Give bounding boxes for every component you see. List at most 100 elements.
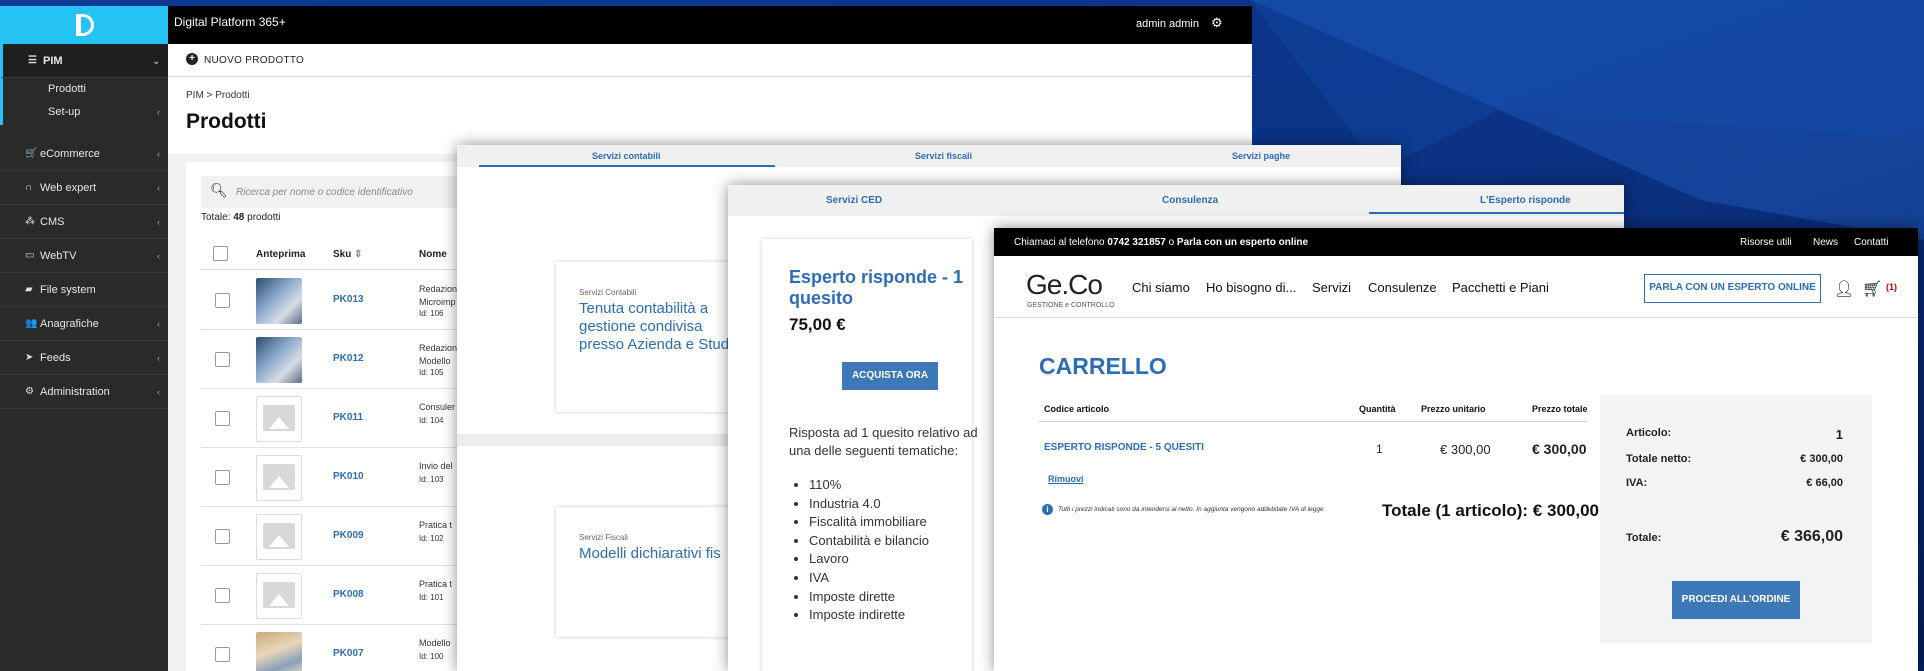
sidebar-item-cms[interactable]: ⁂ CMS ‹ [0, 205, 168, 239]
column-qty: Quantità [1359, 404, 1396, 414]
select-all-checkbox[interactable] [213, 246, 228, 261]
row-sku[interactable]: PK010 [333, 471, 364, 482]
nav-consulenze[interactable]: Consulenze [1368, 280, 1437, 295]
row-sku[interactable]: PK011 [333, 412, 363, 423]
app-logo[interactable] [0, 6, 168, 44]
service-card-category: Servizi Contabili [579, 288, 637, 297]
row-sku[interactable]: PK013 [333, 294, 364, 305]
cart-item-name[interactable]: ESPERTO RISPONDE - 5 QUESITI [1044, 442, 1204, 453]
row-id: Id: 101 [419, 593, 444, 602]
gear-icon: ⚙ [25, 386, 34, 397]
nav-ho-bisogno[interactable]: Ho bisogno di... [1206, 280, 1296, 295]
row-id: Id: 104 [419, 416, 444, 425]
row-checkbox[interactable] [215, 411, 230, 426]
table-row[interactable]: PK013 Redazion Microimp Id: 106 [201, 271, 501, 330]
nav-servizi[interactable]: Servizi [1312, 280, 1351, 295]
sidebar: ☰ PIM ⌄ Prodotti Set-up ‹ 🛒 eCommerce ‹ ∩ We… [0, 44, 168, 671]
row-sku[interactable]: PK007 [333, 648, 364, 659]
table-row[interactable]: PK011 Consuler Id: 104 [201, 389, 501, 448]
new-product-button[interactable]: NUOVO PRODOTTO [204, 55, 304, 66]
summary-netto: € 300,00 [1800, 453, 1843, 465]
summary-totale-label: Totale: [1626, 532, 1662, 544]
link-risorse-utili[interactable]: Risorse utili [1740, 237, 1792, 248]
chevron-left-icon: ‹ [157, 251, 160, 261]
sidebar-item-pim[interactable]: ☰ PIM ⌄ [0, 44, 168, 78]
cart-topbar: Chiamaci al telefono 0742 321857 o Parla… [994, 228, 1918, 256]
sidebar-item-anagrafiche[interactable]: 👥 Anagrafiche ‹ [0, 307, 168, 341]
row-checkbox[interactable] [215, 352, 230, 367]
expert-link[interactable]: Parla con un esperto online [1177, 237, 1308, 248]
nav-chi-siamo[interactable]: Chi siamo [1132, 280, 1190, 295]
sidebar-subitem-setup[interactable]: Set-up ‹ [0, 101, 168, 125]
summary-iva-label: IVA: [1626, 477, 1648, 489]
proceed-to-order-button[interactable]: PROCEDI ALL'ORDINE [1672, 581, 1800, 619]
nav-pacchetti[interactable]: Pacchetti e Piani [1452, 280, 1549, 295]
table-header: Anteprima Sku ⇕ Nome [201, 238, 501, 270]
table-row[interactable]: PK008 Pratica t Id: 101 [201, 566, 501, 625]
summary-netto-label: Totale netto: [1626, 453, 1692, 465]
tab-servizi-contabili[interactable]: Servizi contabili [592, 151, 661, 161]
phone-link[interactable]: 0742 321857 [1107, 237, 1165, 248]
row-checkbox[interactable] [215, 470, 230, 485]
product-title[interactable]: Esperto risponde - 1 quesito [789, 267, 979, 309]
list-item: Contabilità e bilancio [809, 532, 929, 551]
tab-esperto-risponde[interactable]: L'Esperto risponde [1480, 195, 1571, 206]
plus-circle-icon[interactable]: + [186, 53, 198, 65]
sidebar-item-webtv[interactable]: ▭ WebTV ‹ [0, 239, 168, 273]
talk-to-expert-button[interactable]: PARLA CON UN ESPERTO ONLINE [1644, 274, 1821, 303]
row-sku[interactable]: PK009 [333, 530, 364, 541]
table-row[interactable]: PK012 Redazion Modello Id: 105 [201, 330, 501, 389]
logo-tagline: GESTIONE e CONTROLLO [1027, 302, 1115, 309]
tab-servizi-paghe[interactable]: Servizi paghe [1232, 151, 1290, 161]
chevron-left-icon: ‹ [157, 217, 160, 227]
total-count: Totale: 48 prodotti [201, 212, 281, 223]
cart-item-qty: 1 [1376, 442, 1383, 456]
tab-servizi-ced[interactable]: Servizi CED [826, 195, 882, 206]
info-icon: i [1042, 504, 1053, 515]
tab-consulenza[interactable]: Consulenza [1162, 195, 1218, 206]
column-preview: Anteprima [256, 249, 306, 260]
table-row[interactable]: PK010 Invio del Id: 103 [201, 448, 501, 507]
breadcrumb[interactable]: PIM > Prodotti [186, 90, 250, 101]
table-row[interactable]: PK007 Modello Id: 100 [201, 625, 501, 671]
search-input[interactable]: 🔍︎ Ricerca per nome o codice identificat… [201, 176, 471, 208]
cart-icon: 🛒 [25, 148, 38, 159]
list-item: IVA [809, 569, 929, 588]
column-sku[interactable]: Sku ⇕ [333, 249, 363, 260]
row-name: Redazion Microimp [419, 284, 458, 307]
link-news[interactable]: News [1813, 237, 1838, 248]
site-logo[interactable]: Ge.Co [1026, 269, 1103, 301]
chevron-left-icon: ‹ [157, 183, 160, 193]
list-item: Fiscalità immobiliare [809, 513, 929, 532]
sidebar-subitem-prodotti[interactable]: Prodotti [0, 78, 168, 101]
price-note: Tutti i prezzi indicati sono da intender… [1058, 506, 1324, 513]
row-checkbox[interactable] [215, 647, 230, 662]
summary-articolo-label: Articolo: [1626, 427, 1672, 439]
cart-icon[interactable]: 🛒︎ [1862, 279, 1882, 299]
sidebar-item-web-expert[interactable]: ∩ Web expert ‹ [0, 171, 168, 205]
sidebar-item-administration[interactable]: ⚙ Administration ‹ [0, 375, 168, 409]
user-menu[interactable]: admin admin [1136, 18, 1199, 30]
tab-servizi-fiscali[interactable]: Servizi fiscali [915, 151, 972, 161]
row-sku[interactable]: PK008 [333, 589, 364, 600]
sidebar-item-feeds[interactable]: ➤ Feeds ‹ [0, 341, 168, 375]
buy-now-button[interactable]: ACQUISTA ORA [842, 362, 938, 390]
product-thumbnail [256, 632, 302, 671]
link-contatti[interactable]: Contatti [1854, 237, 1888, 248]
user-icon[interactable]: 👤︎ [1834, 279, 1854, 299]
topics-list: 110% Industria 4.0 Fiscalità immobiliare… [809, 476, 929, 625]
active-tab-indicator [1369, 212, 1624, 214]
image-placeholder-icon [256, 455, 302, 501]
service-card-title: Tenuta contabilità a gestione condivisa pr… [579, 300, 730, 353]
row-checkbox[interactable] [215, 529, 230, 544]
admin-toolbar: + NUOVO PRODOTTO [168, 44, 1252, 77]
gear-icon[interactable]: ⚙ [1211, 15, 1223, 31]
remove-item-link[interactable]: Rimuovi [1048, 474, 1084, 484]
row-sku[interactable]: PK012 [333, 353, 364, 364]
sidebar-item-ecommerce[interactable]: 🛒 eCommerce ‹ [0, 137, 168, 171]
sidebar-item-file-system[interactable]: ▰ File system [0, 273, 168, 307]
cart-item-unit-price: € 300,00 [1440, 442, 1491, 457]
table-row[interactable]: PK009 Pratica t Id: 102 [201, 507, 501, 566]
row-checkbox[interactable] [215, 588, 230, 603]
row-checkbox[interactable] [215, 293, 230, 308]
